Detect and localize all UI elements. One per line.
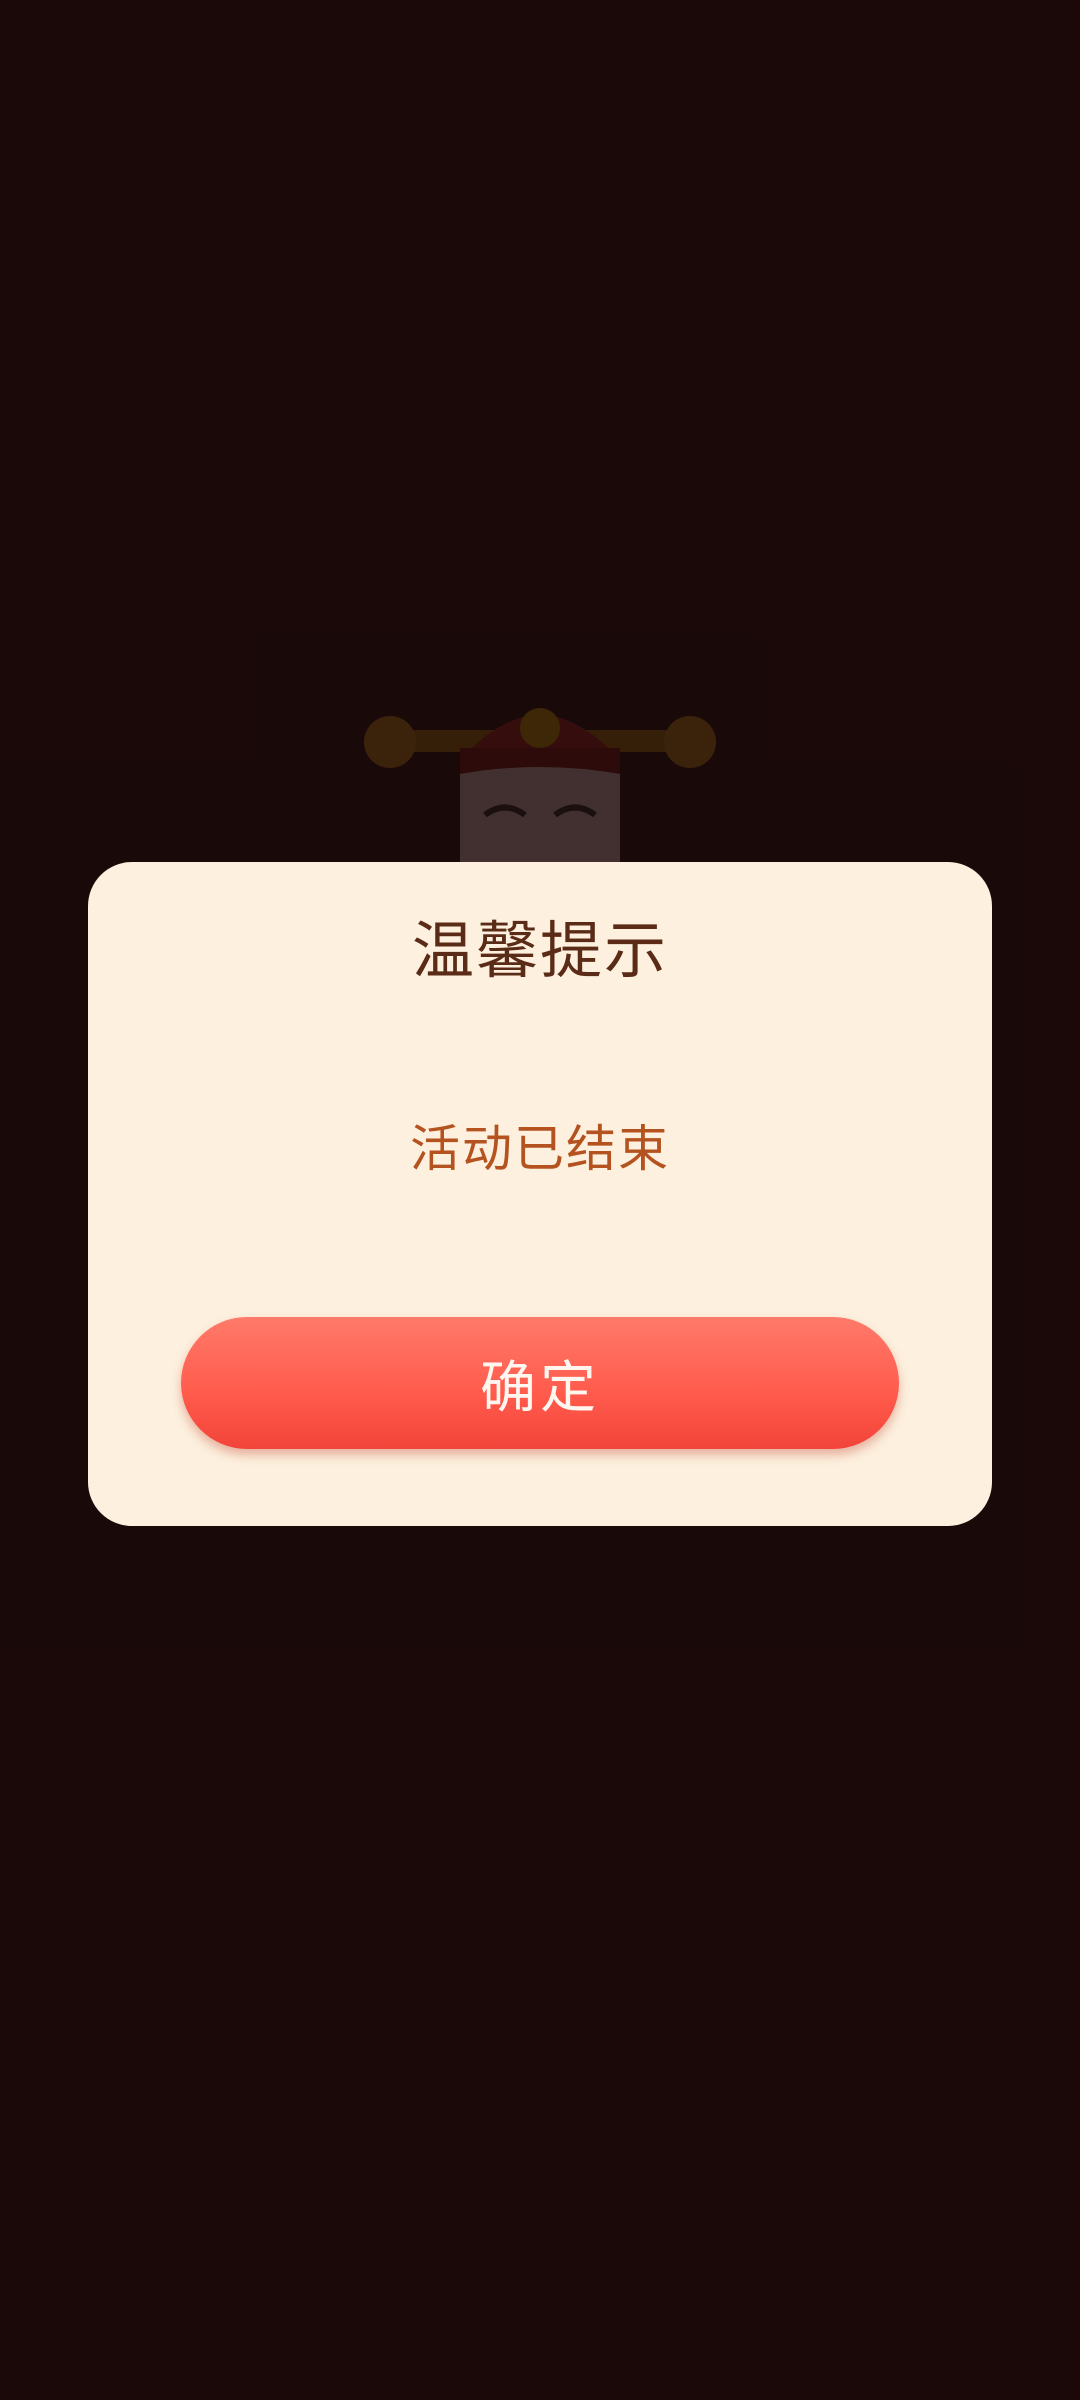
confirm-button-label: 确定 [480, 1355, 600, 1421]
notice-dialog: 温馨提示 活动已结束 确定 [88, 862, 992, 1526]
dialog-message: 活动已结束 [410, 1120, 670, 1178]
screen: 温馨提示 活动已结束 确定 [0, 0, 1080, 2400]
confirm-button[interactable]: 确定 [181, 1317, 899, 1449]
dialog-title: 温馨提示 [411, 914, 668, 987]
